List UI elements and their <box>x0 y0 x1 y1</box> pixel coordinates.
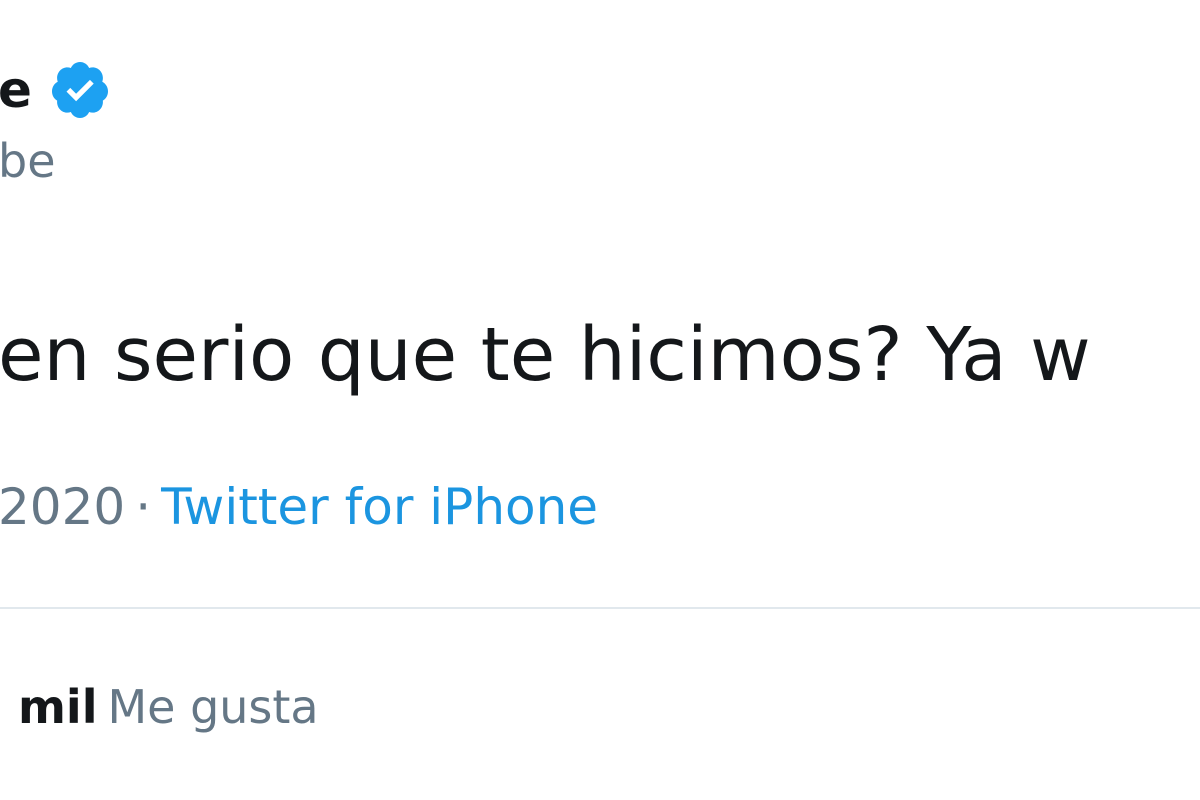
author-handle[interactable]: be <box>0 138 56 184</box>
tweet-date[interactable]: 2020 <box>0 478 125 536</box>
tweet-meta: 2020 · Twitter for iPhone <box>0 482 598 532</box>
likes-label: Me gusta <box>107 680 319 734</box>
likes-count: mil <box>18 680 98 734</box>
tweet-detail: e be en serio que te hicimos? Ya w 2020 ·… <box>0 0 1200 800</box>
likes-stat[interactable]: mil Me gusta <box>18 684 319 730</box>
author-display-name[interactable]: e <box>0 65 32 115</box>
meta-separator: · <box>135 478 152 536</box>
author-name-row[interactable]: e <box>0 60 112 120</box>
tweet-source-link[interactable]: Twitter for iPhone <box>161 478 598 536</box>
verified-badge-icon <box>51 62 108 118</box>
tweet-text: en serio que te hicimos? Ya w <box>0 312 1091 398</box>
divider <box>0 607 1200 609</box>
